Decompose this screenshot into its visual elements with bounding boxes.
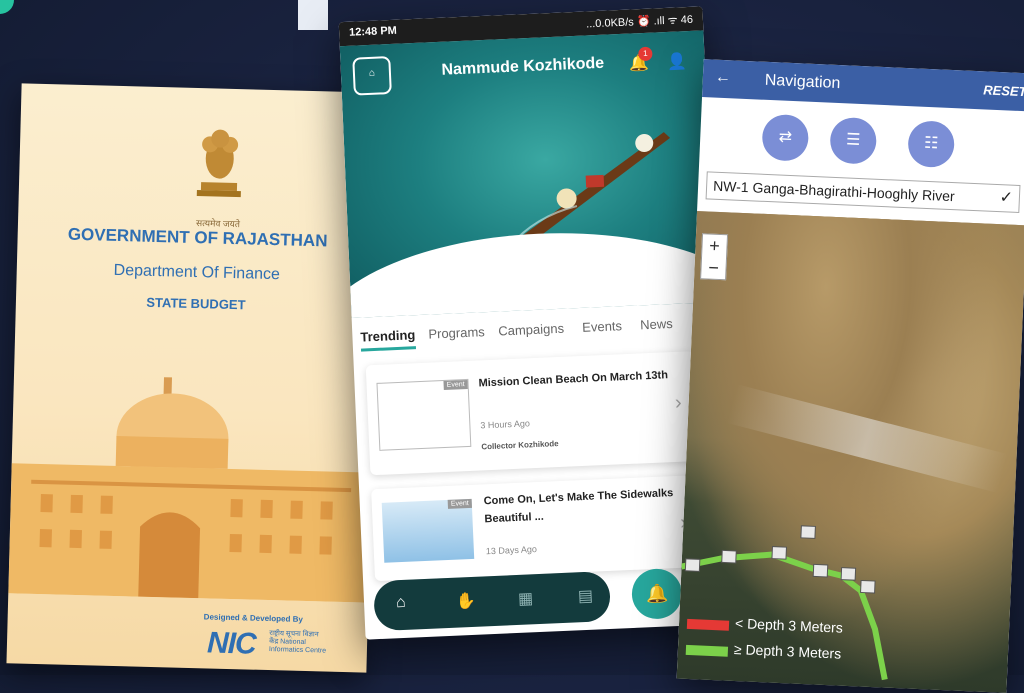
tab-programs[interactable]: Programs [428, 324, 485, 341]
legend-label: < Depth 3 Meters [734, 615, 844, 636]
list-item[interactable]: Event Mission Clean Beach On March 13th … [365, 351, 699, 476]
chat-icon[interactable]: ▤ [578, 586, 594, 607]
navigation-header: ← Navigation RESET [702, 59, 1024, 112]
hero-banner: ⌂ Nammude Kozhikode 🔔 1 👤 [339, 30, 716, 318]
bell-fab-icon[interactable]: 🔔 [630, 567, 683, 620]
card-title: Come On, Let's Make The Sidewalks Beauti… [483, 487, 674, 526]
navigation-phone: ← Navigation RESET ⇄ ☰ ☷ NW-1 Ganga-Bhag… [676, 59, 1024, 693]
river-select[interactable]: NW-1 Ganga-Bhagirathi-Hooghly River ✓ [705, 171, 1021, 214]
dropdown-check-icon[interactable]: ✓ [999, 185, 1014, 212]
zoom-out-button[interactable]: − [701, 256, 726, 279]
legend-label: ≥ Depth 3 Meters [733, 640, 842, 662]
designed-by-label: Designed & Developed By [203, 612, 303, 624]
settings-list-icon[interactable]: ☷ [907, 120, 956, 169]
category-tabs: Trending Programs Campaigns Events News [358, 308, 709, 355]
mountain-snow [726, 384, 1008, 494]
list-icon[interactable]: ☰ [829, 116, 878, 165]
card-thumbnail: Event [381, 498, 475, 563]
decorative-bar [298, 0, 328, 30]
navigation-title: Navigation [764, 71, 841, 93]
route-icon[interactable]: ⇄ [761, 113, 810, 162]
bottom-navigation: ⌂ ✋ ▦ ▤ [373, 570, 612, 632]
home-icon[interactable]: ⌂ [396, 594, 406, 612]
depth-legend: < Depth 3 Meters ≥ Depth 3 Meters [677, 611, 879, 672]
tab-trending[interactable]: Trending [360, 327, 416, 352]
assembly-building-illustration [8, 377, 372, 603]
chevron-right-icon[interactable]: › [674, 392, 682, 415]
card-thumbnail: Event [376, 378, 472, 451]
card-title: Mission Clean Beach On March 13th [478, 369, 669, 390]
event-tag: Event [443, 379, 468, 390]
back-arrow-icon[interactable]: ← [714, 69, 732, 88]
tab-campaigns[interactable]: Campaigns [498, 321, 564, 339]
nic-logo: NIC [206, 626, 257, 661]
national-emblem-icon [196, 129, 241, 198]
government-title: GOVERNMENT OF RAJASTHAN [67, 224, 328, 251]
department-label: Department Of Finance [113, 261, 281, 284]
legend-swatch-green [685, 644, 729, 657]
zoom-in-button[interactable]: + [702, 234, 727, 257]
hand-icon[interactable]: ✋ [456, 591, 477, 612]
river-select-value: NW-1 Ganga-Bhagirathi-Hooghly River [712, 177, 956, 205]
tab-events[interactable]: Events [582, 318, 622, 335]
zoom-control: + − [700, 233, 729, 281]
legend-swatch-red [686, 618, 730, 631]
user-icon[interactable]: 👤 [666, 51, 687, 72]
card-time: 13 Days Ago [485, 544, 538, 557]
state-budget-label: STATE BUDGET [146, 294, 246, 313]
nammude-kozhikode-phone: 12:48 PM ...0.0KB/s ⏰ .ıll ᯤ 46 ⌂ Nammud… [338, 6, 730, 640]
reset-button[interactable]: RESET [983, 82, 1024, 99]
event-tag: Event [447, 498, 473, 509]
status-time: 12:48 PM [348, 24, 398, 39]
map-view[interactable]: + − < Depth 3 Meters ≥ Depth 3 Meters [676, 210, 1024, 693]
tab-news[interactable]: News [640, 316, 673, 332]
card-author: Collector Kozhikode [481, 439, 559, 452]
card-time: 3 Hours Ago [480, 418, 531, 431]
grid-icon[interactable]: ▦ [518, 588, 534, 609]
status-indicators: ...0.0KB/s ⏰ .ıll ᯤ 46 [585, 13, 694, 31]
decorative-dot [0, 0, 14, 14]
nic-subtitle: राष्ट्रीय सूचना विज्ञान केंद्र National … [268, 630, 327, 655]
list-item[interactable]: Event Come On, Let's Make The Sidewalks … [371, 474, 703, 582]
rajasthan-budget-card: सत्यमेव जयते GOVERNMENT OF RAJASTHAN Dep… [6, 83, 382, 673]
